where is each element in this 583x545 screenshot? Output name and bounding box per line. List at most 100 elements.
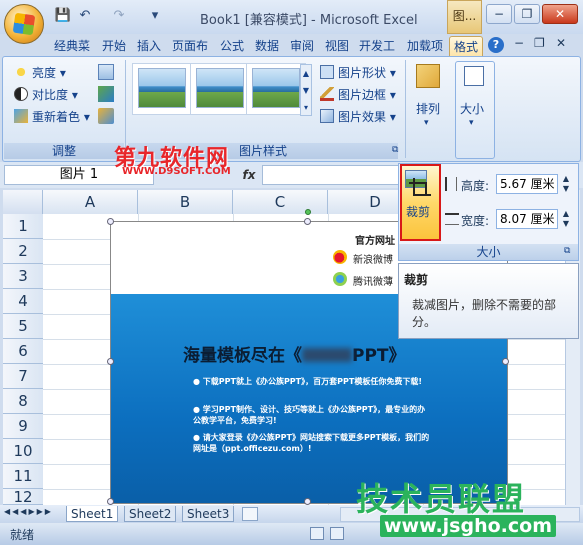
dialog-launcher-icon[interactable]: ⧉ — [564, 246, 570, 256]
column-header[interactable]: C — [233, 190, 328, 214]
tab-data[interactable]: 数据 — [253, 36, 281, 56]
recolor-icon — [14, 109, 28, 123]
arrange-button[interactable]: 排列 — [416, 100, 440, 118]
tab-insert[interactable]: 插入 — [135, 36, 163, 56]
redo-icon[interactable]: ↷ — [110, 7, 128, 25]
tab-view[interactable]: 视图 — [323, 36, 351, 56]
group-divider — [405, 60, 406, 158]
row-header[interactable]: 7 — [3, 364, 43, 389]
page-layout-view-icon[interactable] — [330, 527, 344, 540]
resize-handle[interactable] — [107, 498, 114, 505]
row-header[interactable]: 9 — [3, 414, 43, 439]
width-label: 宽度: — [461, 214, 490, 228]
picture-effects-label: 图片效果 — [338, 110, 387, 124]
tab-classic-menu[interactable]: 经典菜 — [52, 36, 92, 56]
customize-qat-icon[interactable]: ▾ — [146, 7, 164, 25]
recolor-button[interactable]: 重新着色 ▾ — [14, 108, 90, 126]
brightness-label: 亮度 — [32, 66, 57, 80]
picture-border-label: 图片边框 — [338, 88, 387, 102]
rotate-handle[interactable] — [305, 209, 311, 215]
column-header[interactable]: A — [43, 190, 138, 214]
ribbon-close-icon[interactable]: ✕ — [556, 36, 566, 50]
resize-handle[interactable] — [502, 358, 509, 365]
row-header[interactable]: 8 — [3, 389, 43, 414]
height-spinner[interactable]: ▲ ▼ — [559, 174, 573, 194]
column-header[interactable]: B — [138, 190, 233, 214]
picture-effects-button[interactable]: 图片效果 ▾ — [320, 108, 396, 126]
picture-style-2[interactable] — [196, 68, 244, 108]
contrast-button[interactable]: 对比度 ▾ — [14, 86, 78, 104]
picture-style-1[interactable] — [138, 68, 186, 108]
tencent-weibo-icon — [333, 272, 347, 286]
compress-pictures-icon[interactable] — [98, 64, 114, 80]
tab-format[interactable]: 格式 — [449, 36, 484, 57]
select-all-corner[interactable] — [3, 190, 43, 214]
row-header[interactable]: 4 — [3, 289, 43, 314]
sheet-tab-2[interactable]: Sheet2 — [124, 506, 177, 522]
tab-formulas[interactable]: 公式 — [218, 36, 246, 56]
ribbon-restore-icon[interactable]: ❐ — [534, 36, 545, 50]
resize-handle[interactable] — [304, 218, 311, 225]
width-spinner[interactable]: ▲ ▼ — [559, 209, 573, 229]
resize-handle[interactable] — [107, 358, 114, 365]
row-header[interactable]: 10 — [3, 439, 43, 464]
office-button[interactable] — [4, 4, 44, 44]
resize-handle[interactable] — [107, 218, 114, 225]
insert-sheet-icon[interactable] — [242, 507, 258, 521]
arrange-icon[interactable] — [416, 64, 440, 88]
height-input[interactable]: 5.67 厘米 — [496, 174, 558, 194]
size-button-label: 大小 — [460, 102, 485, 116]
width-icon — [445, 213, 459, 225]
row-header[interactable]: 5 — [3, 314, 43, 339]
tab-page-layout[interactable]: 页面布 — [170, 36, 210, 56]
contrast-icon — [14, 87, 28, 101]
picture-tools-context-label: 图... — [447, 0, 482, 34]
normal-view-icon[interactable] — [310, 527, 324, 540]
undo-icon[interactable]: ↶ — [76, 7, 94, 25]
restore-button[interactable]: ❐ — [514, 4, 540, 24]
minimize-button[interactable]: − — [486, 4, 512, 24]
weibo-icon — [333, 250, 347, 264]
row-header[interactable]: 11 — [3, 464, 43, 489]
formula-input[interactable] — [262, 165, 402, 185]
brightness-button[interactable]: 亮度 ▾ — [14, 64, 66, 82]
weibo-sina-label: 新浪微博 — [353, 255, 393, 266]
chevron-down-icon: ▾ — [424, 118, 429, 128]
picture-shape-button[interactable]: 图片形状 ▾ — [320, 64, 396, 82]
blurred-brand — [302, 348, 352, 362]
sheet-tab-3[interactable]: Sheet3 — [182, 506, 235, 522]
headline-part-b: PPT》 — [352, 346, 406, 366]
row-header[interactable]: 2 — [3, 239, 43, 264]
tab-home[interactable]: 开始 — [100, 36, 128, 56]
ribbon-minimize-icon[interactable]: − — [514, 36, 524, 50]
picture-border-button[interactable]: 图片边框 ▾ — [320, 86, 396, 104]
reset-picture-icon[interactable] — [98, 108, 114, 124]
close-button[interactable]: ✕ — [542, 4, 578, 24]
help-icon[interactable]: ? — [488, 37, 504, 53]
tab-addins[interactable]: 加载项 — [405, 36, 445, 56]
weibo-tencent-label: 腾讯微薄 — [353, 277, 393, 288]
change-picture-icon[interactable] — [98, 86, 114, 102]
save-icon[interactable]: 💾 — [54, 7, 72, 25]
sheet-tab-1[interactable]: Sheet1 — [66, 506, 119, 522]
contrast-label: 对比度 — [32, 88, 69, 102]
row-header[interactable]: 12 — [3, 489, 43, 505]
row-header[interactable]: 1 — [3, 214, 43, 239]
resize-handle[interactable] — [304, 498, 311, 505]
sheet-nav-arrows[interactable]: ◀◀◀▶▶▶ — [4, 507, 53, 516]
picture-style-3[interactable] — [252, 68, 300, 108]
tab-review[interactable]: 审阅 — [288, 36, 316, 56]
size-popup-group-label: 大小 — [399, 244, 578, 260]
bullet-item: ● 下载PPT就上《办公族PPT》，百万套PPT模板任你免费下载! — [193, 377, 422, 386]
recolor-label: 重新着色 — [32, 110, 81, 124]
bullet-item: ● 学习PPT制作、设计、技巧等就上《办公族PPT》，最专业的办公教学平台，免费… — [193, 405, 426, 425]
dialog-launcher-icon[interactable]: ⧉ — [392, 145, 398, 155]
crop-label: 裁剪 — [406, 205, 431, 219]
style-gallery-scroll[interactable]: ▲ ▼ ▾ — [300, 64, 312, 116]
row-header[interactable]: 6 — [3, 339, 43, 364]
width-input[interactable]: 8.07 厘米 — [496, 209, 558, 229]
tab-developer[interactable]: 开发工 — [357, 36, 397, 56]
office-logo-icon — [12, 12, 36, 36]
insert-function-button[interactable]: fx — [238, 165, 260, 185]
row-header[interactable]: 3 — [3, 264, 43, 289]
